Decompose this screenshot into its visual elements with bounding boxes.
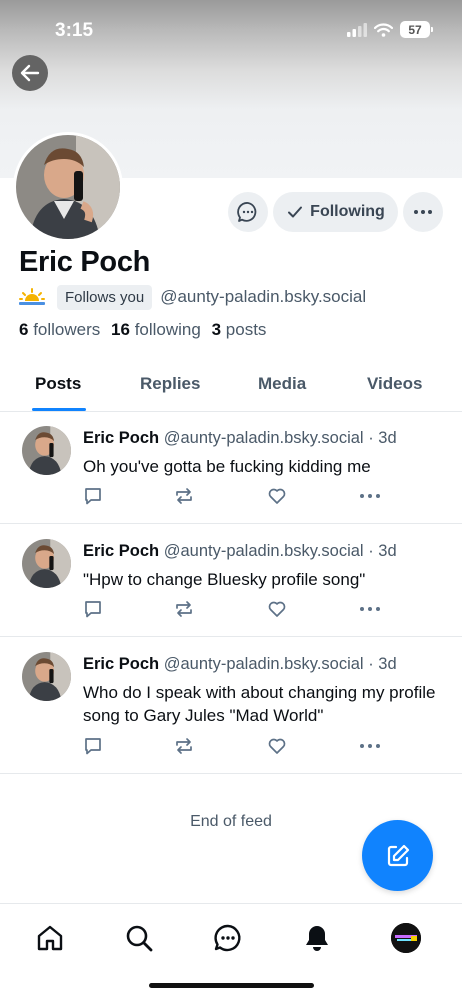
compose-icon xyxy=(387,844,409,866)
post-avatar[interactable] xyxy=(22,426,71,475)
tab-posts[interactable]: Posts xyxy=(35,374,81,394)
active-tab-indicator xyxy=(32,408,86,411)
back-button[interactable] xyxy=(12,55,48,91)
home-icon xyxy=(37,925,63,951)
profile-handle: @aunty-paladin.bsky.social xyxy=(160,287,367,306)
following-label: Following xyxy=(310,203,385,220)
ellipsis-icon xyxy=(414,210,432,214)
tab-videos[interactable]: Videos xyxy=(367,374,422,394)
display-name: Eric Poch xyxy=(19,246,151,278)
status-icons: 57 xyxy=(347,21,433,38)
tab-replies[interactable]: Replies xyxy=(140,374,200,394)
reply-icon[interactable] xyxy=(83,736,103,756)
post-author-handle[interactable]: @aunty-paladin.bsky.social xyxy=(164,655,364,673)
post-actions xyxy=(83,736,393,758)
post-timestamp: · 3d xyxy=(363,542,397,560)
repost-icon[interactable] xyxy=(174,486,194,506)
post-timestamp: · 3d xyxy=(363,429,397,447)
avatar-image xyxy=(22,652,71,701)
following-stat[interactable]: 16 following xyxy=(111,320,201,339)
ellipsis-icon[interactable] xyxy=(359,493,381,499)
post-actions xyxy=(83,599,393,621)
nav-profile[interactable] xyxy=(389,921,423,955)
battery-indicator: 57 xyxy=(400,21,433,38)
like-icon[interactable] xyxy=(267,736,287,756)
more-options-button[interactable] xyxy=(403,192,443,232)
post-actions xyxy=(83,486,393,508)
reply-icon[interactable] xyxy=(83,599,103,619)
avatar-image xyxy=(22,426,71,475)
status-bar: 3:15 57 xyxy=(0,0,462,60)
profile-avatar[interactable] xyxy=(13,132,123,242)
post-author-handle[interactable]: @aunty-paladin.bsky.social xyxy=(164,429,364,447)
following-button[interactable]: Following xyxy=(273,192,398,232)
posts-stat: 3 posts xyxy=(212,320,267,339)
chat-icon xyxy=(214,924,241,952)
checkmark-icon xyxy=(288,206,303,218)
compose-button[interactable] xyxy=(362,820,433,891)
post-avatar[interactable] xyxy=(22,652,71,701)
post-header: Eric Poch @aunty-paladin.bsky.social · 3… xyxy=(83,429,397,448)
avatar-image xyxy=(391,923,421,953)
following-count: 16 xyxy=(111,320,130,339)
post-author-handle[interactable]: @aunty-paladin.bsky.social xyxy=(164,542,364,560)
nav-home[interactable] xyxy=(33,921,67,955)
status-time: 3:15 xyxy=(55,20,94,41)
search-icon xyxy=(126,925,153,952)
followers-count: 6 xyxy=(19,320,29,339)
avatar-image xyxy=(16,135,120,239)
posts-count: 3 xyxy=(211,320,222,339)
repost-icon[interactable] xyxy=(174,736,194,756)
bell-icon xyxy=(306,926,328,951)
avatar-image xyxy=(22,539,71,588)
feed-post[interactable]: Eric Poch @aunty-paladin.bsky.social · 3… xyxy=(0,525,462,637)
ellipsis-icon[interactable] xyxy=(359,743,381,749)
arrow-left-icon xyxy=(20,64,40,82)
followers-label: followers xyxy=(33,320,101,339)
posts-label: posts xyxy=(225,320,267,339)
like-icon[interactable] xyxy=(267,486,287,506)
wifi-icon xyxy=(374,22,393,37)
post-text: Oh you've gotta be fucking kidding me xyxy=(83,457,371,476)
reply-icon[interactable] xyxy=(83,486,103,506)
ellipsis-icon[interactable] xyxy=(359,606,381,612)
message-button[interactable] xyxy=(228,192,268,232)
nav-chat[interactable] xyxy=(211,921,245,955)
repost-icon[interactable] xyxy=(174,599,194,619)
like-icon[interactable] xyxy=(267,599,287,619)
following-label-stat: following xyxy=(134,320,201,339)
feed-post[interactable]: Eric Poch @aunty-paladin.bsky.social · 3… xyxy=(0,638,462,774)
post-author-name[interactable]: Eric Poch xyxy=(83,542,159,560)
post-author-name[interactable]: Eric Poch xyxy=(83,655,159,673)
sunrise-emoji-icon xyxy=(19,288,45,305)
post-header: Eric Poch @aunty-paladin.bsky.social · 3… xyxy=(83,655,397,674)
nav-notifications[interactable] xyxy=(300,921,334,955)
feed-post[interactable]: Eric Poch @aunty-paladin.bsky.social · 3… xyxy=(0,412,462,524)
profile-meta-row: Follows you @aunty-paladin.bsky.social xyxy=(19,284,366,310)
home-indicator xyxy=(149,983,314,988)
tab-media[interactable]: Media xyxy=(258,374,306,394)
signal-icon xyxy=(347,22,367,37)
nav-search[interactable] xyxy=(122,921,156,955)
chat-bubble-icon xyxy=(237,202,257,222)
post-avatar[interactable] xyxy=(22,539,71,588)
post-timestamp: · 3d xyxy=(363,655,397,673)
post-header: Eric Poch @aunty-paladin.bsky.social · 3… xyxy=(83,542,397,561)
profile-stats: 6 followers 16 following 3 posts xyxy=(19,320,272,340)
follows-you-badge: Follows you xyxy=(57,284,153,310)
post-text: "Hpw to change Bluesky profile song" xyxy=(83,570,366,589)
profile-tabs: Posts Replies Media Videos xyxy=(0,362,462,412)
post-author-name[interactable]: Eric Poch xyxy=(83,429,159,447)
followers-stat[interactable]: 6 followers xyxy=(19,320,100,339)
profile-avatar-small xyxy=(391,923,421,953)
post-text: Who do I speak with about changing my pr… xyxy=(83,683,436,725)
